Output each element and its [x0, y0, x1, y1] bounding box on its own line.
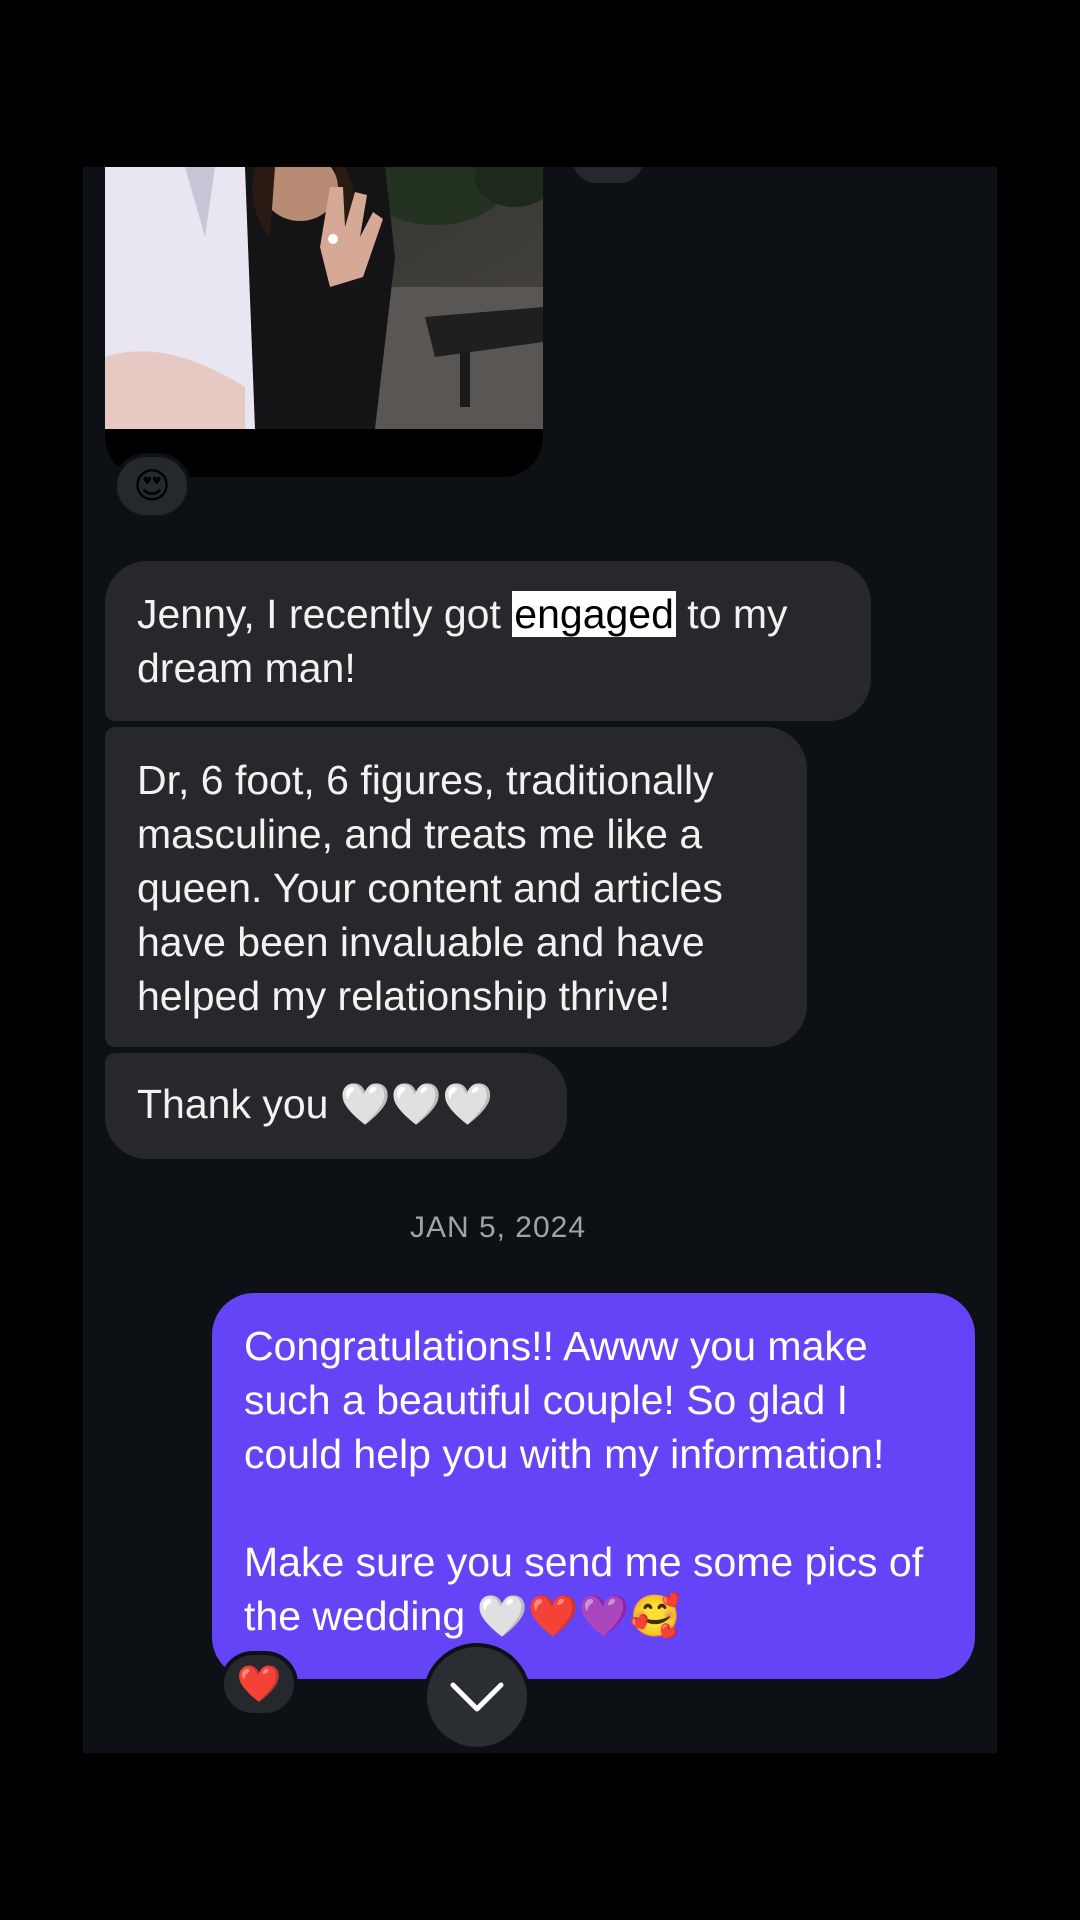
outgoing-message[interactable]: Congratulations!! Awww you make such a b…: [212, 1293, 975, 1679]
incoming-message[interactable]: Jenny, I recently got engaged to my drea…: [105, 561, 871, 721]
incoming-message[interactable]: Dr, 6 foot, 6 figures, traditionally mas…: [105, 727, 807, 1047]
date-divider: JAN 5, 2024: [409, 1211, 587, 1244]
engagement-photo[interactable]: [105, 167, 543, 429]
message-text: Thank you 🤍🤍🤍: [137, 1081, 493, 1127]
previous-reaction-stub: [573, 167, 643, 183]
photo-reaction-emoji[interactable]: 😍: [113, 453, 191, 519]
message-text: Jenny, I recently got: [137, 591, 513, 637]
chevron-down-icon: [450, 1682, 504, 1712]
outgoing-reaction-emoji[interactable]: ❤️: [220, 1651, 298, 1717]
highlighted-word: engaged: [512, 591, 676, 637]
incoming-message[interactable]: Thank you 🤍🤍🤍: [105, 1053, 567, 1159]
scroll-to-bottom-button[interactable]: [423, 1643, 531, 1751]
message-text: Make sure you send me some pics of the w…: [244, 1539, 924, 1639]
photo-message[interactable]: [105, 167, 543, 477]
message-text: Congratulations!! Awww you make such a b…: [244, 1323, 885, 1477]
message-text: Dr, 6 foot, 6 figures, traditionally mas…: [137, 757, 723, 1019]
heart-eyes-emoji: 😍: [133, 465, 171, 507]
red-heart-emoji: ❤️: [236, 1664, 282, 1705]
chat-thread[interactable]: 😍 Jenny, I recently got engaged to my dr…: [83, 167, 997, 1753]
photo-image: [105, 167, 543, 429]
